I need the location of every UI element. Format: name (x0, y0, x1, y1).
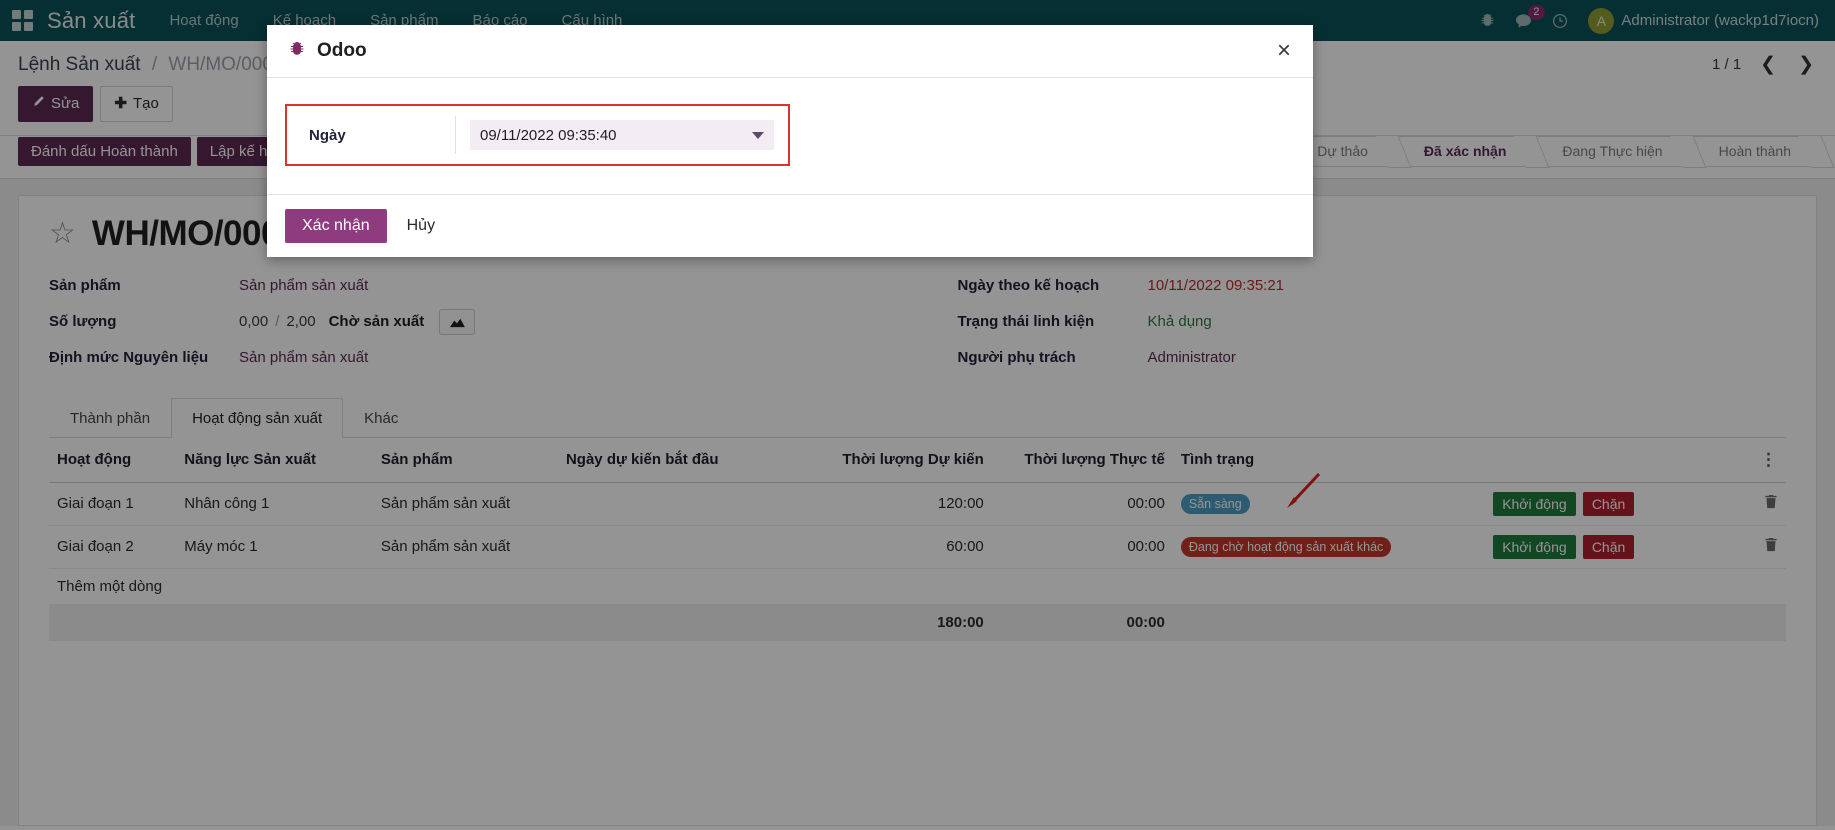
cancel-button[interactable]: Hủy (397, 209, 445, 243)
date-field-label: Ngày (287, 127, 455, 144)
modal-header: Odoo × (267, 25, 1313, 78)
date-input-value: 09/11/2022 09:35:40 (480, 127, 617, 144)
odoo-manufacturing-order-page: Sản xuất Hoạt động Kế hoạch Sản phẩm Báo… (0, 0, 1835, 830)
confirm-button[interactable]: Xác nhận (285, 209, 387, 243)
modal-title: Odoo (317, 40, 367, 62)
bug-icon (289, 41, 305, 62)
confirmation-modal: Odoo × Ngày 09/11/2022 09:35:40 Xác nhận… (267, 25, 1313, 257)
close-icon[interactable]: × (1277, 39, 1291, 63)
field-divider (455, 116, 456, 154)
date-field-group: Ngày 09/11/2022 09:35:40 (285, 104, 790, 166)
caret-down-icon[interactable] (752, 132, 764, 139)
date-input[interactable]: 09/11/2022 09:35:40 (470, 120, 774, 150)
modal-footer: Xác nhận Hủy (267, 194, 1313, 257)
modal-body: Ngày 09/11/2022 09:35:40 (267, 78, 1313, 194)
